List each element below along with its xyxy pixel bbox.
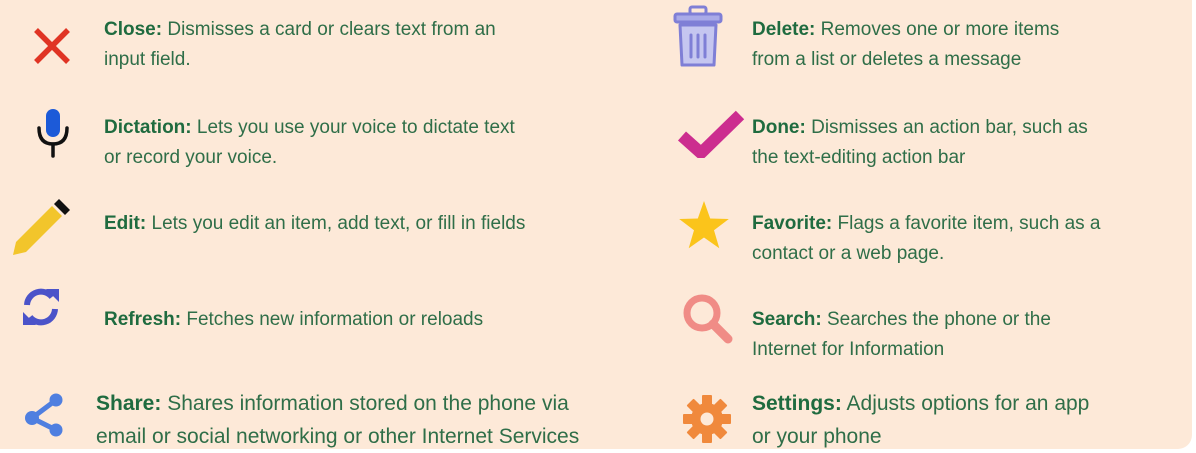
edit-term: Edit:: [104, 213, 147, 234]
favorite-term: Favorite:: [752, 213, 833, 234]
share-icon: [25, 393, 63, 437]
close-icon: [34, 28, 70, 64]
gear-icon: [683, 395, 731, 443]
magnifier-icon: [683, 294, 733, 344]
close-desc-line1: Dismisses a card or clears text from an: [167, 19, 496, 40]
pencil-icon: [13, 199, 70, 255]
search-term: Search:: [752, 309, 822, 330]
refresh-desc-line1: Fetches new information or reloads: [186, 309, 484, 330]
trash-icon: [673, 5, 723, 67]
share-desc-line1: Shares information stored on the phone v…: [167, 392, 569, 415]
favorite-description: Favorite: Flags a favorite item, such as…: [752, 209, 1100, 269]
settings-desc-line2: or your phone: [752, 425, 882, 448]
edit-description: Edit: Lets you edit an item, add text, o…: [104, 209, 525, 239]
microphone-icon: [37, 109, 69, 158]
close-desc-line2: input field.: [104, 49, 191, 70]
checkmark-icon: [677, 110, 745, 158]
refresh-icon: [23, 288, 59, 326]
dictation-desc-line2: or record your voice.: [104, 147, 278, 168]
done-term: Done:: [752, 117, 806, 138]
share-desc-line2: email or social networking or other Inte…: [96, 425, 580, 448]
favorite-desc-line2: contact or a web page.: [752, 243, 945, 264]
dictation-term: Dictation:: [104, 117, 192, 138]
edit-desc-line1: Lets you edit an item, add text, or fill…: [151, 213, 526, 234]
close-description: Close: Dismisses a card or clears text f…: [104, 15, 496, 75]
delete-desc-line1: Removes one or more items: [820, 19, 1060, 40]
settings-desc-line1: Adjusts options for an app: [846, 392, 1090, 415]
favorite-desc-line1: Flags a favorite item, such as a: [837, 213, 1101, 234]
refresh-description: Refresh: Fetches new information or relo…: [104, 305, 483, 335]
search-description: Search: Searches the phone or the Intern…: [752, 305, 1051, 365]
search-desc-line1: Searches the phone or the: [826, 309, 1051, 330]
delete-term: Delete:: [752, 19, 816, 40]
done-description: Done: Dismisses an action bar, such as t…: [752, 113, 1088, 173]
done-desc-line1: Dismisses an action bar, such as: [811, 117, 1088, 138]
refresh-term: Refresh:: [104, 309, 182, 330]
close-term: Close:: [104, 19, 163, 40]
done-desc-line2: the text-editing action bar: [752, 147, 966, 168]
dictation-desc-line1: Lets you use your voice to dictate text: [196, 117, 515, 138]
share-term: Share:: [96, 392, 162, 415]
delete-desc-line2: from a list or deletes a message: [752, 49, 1022, 70]
search-desc-line2: Internet for Information: [752, 339, 945, 360]
settings-description: Settings: Adjusts options for an app or …: [752, 387, 1089, 453]
delete-description: Delete: Removes one or more items from a…: [752, 15, 1059, 75]
dictation-description: Dictation: Lets you use your voice to di…: [104, 113, 515, 173]
icon-legend-card: Close: Dismisses a card or clears text f…: [0, 0, 1192, 449]
settings-term: Settings:: [752, 392, 842, 415]
share-description: Share: Shares information stored on the …: [96, 387, 579, 453]
star-icon: [679, 201, 729, 249]
